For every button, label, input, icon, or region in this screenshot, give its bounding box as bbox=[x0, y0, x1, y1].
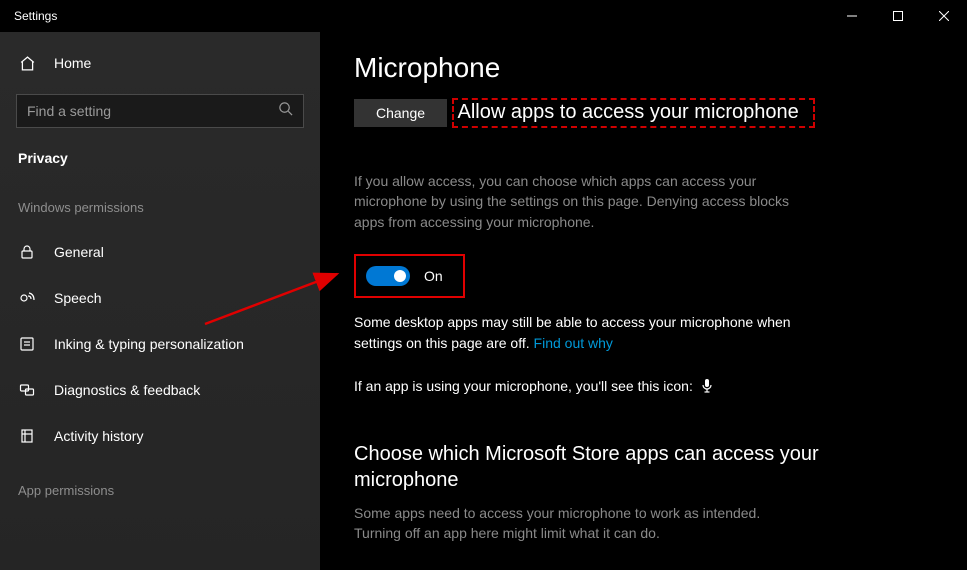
change-button[interactable]: Change bbox=[354, 99, 447, 127]
feedback-icon bbox=[18, 381, 36, 399]
lock-icon bbox=[18, 243, 36, 261]
speech-icon bbox=[18, 289, 36, 307]
sidebar: Home Privacy Windows permissions General bbox=[0, 32, 320, 570]
sidebar-item-inking[interactable]: Inking & typing personalization bbox=[0, 321, 320, 367]
store-apps-heading: Choose which Microsoft Store apps can ac… bbox=[354, 441, 824, 493]
category-label: Privacy bbox=[0, 146, 320, 194]
sidebar-item-activity[interactable]: Activity history bbox=[0, 413, 320, 459]
toggle-thumb bbox=[394, 270, 406, 282]
window-controls bbox=[829, 0, 967, 32]
section-windows-permissions: Windows permissions bbox=[0, 194, 320, 229]
desktop-apps-note: Some desktop apps may still be able to a… bbox=[354, 312, 824, 354]
mic-access-toggle[interactable] bbox=[366, 266, 410, 286]
history-icon bbox=[18, 427, 36, 445]
page-title: Microphone bbox=[354, 52, 933, 84]
content-pane: Microphone Change Allow apps to access y… bbox=[320, 32, 967, 570]
sidebar-item-label: Inking & typing personalization bbox=[54, 336, 244, 352]
allow-body: If you allow access, you can choose whic… bbox=[354, 171, 794, 232]
annotation-highlight-toggle: On bbox=[354, 254, 465, 298]
maximize-button[interactable] bbox=[875, 0, 921, 32]
sidebar-item-label: Speech bbox=[54, 290, 101, 306]
find-out-why-link[interactable]: Find out why bbox=[534, 335, 613, 351]
titlebar: Settings bbox=[0, 0, 967, 32]
home-nav[interactable]: Home bbox=[0, 44, 320, 82]
store-apps-body: Some apps need to access your microphone… bbox=[354, 503, 794, 544]
sidebar-item-label: General bbox=[54, 244, 104, 260]
sidebar-item-label: Diagnostics & feedback bbox=[54, 382, 200, 398]
in-use-note: If an app is using your microphone, you'… bbox=[354, 376, 824, 397]
section-app-permissions: App permissions bbox=[0, 477, 320, 512]
sidebar-item-general[interactable]: General bbox=[0, 229, 320, 275]
toggle-state-label: On bbox=[424, 268, 443, 284]
sidebar-item-label: Activity history bbox=[54, 428, 143, 444]
home-label: Home bbox=[54, 55, 91, 71]
search-input[interactable] bbox=[27, 103, 278, 119]
allow-heading: Allow apps to access your microphone bbox=[458, 101, 799, 124]
search-icon bbox=[278, 101, 293, 121]
sidebar-item-speech[interactable]: Speech bbox=[0, 275, 320, 321]
microphone-icon bbox=[701, 379, 713, 393]
sidebar-item-diagnostics[interactable]: Diagnostics & feedback bbox=[0, 367, 320, 413]
close-button[interactable] bbox=[921, 0, 967, 32]
home-icon bbox=[18, 54, 36, 72]
inking-icon bbox=[18, 335, 36, 353]
window-title: Settings bbox=[14, 9, 57, 23]
minimize-button[interactable] bbox=[829, 0, 875, 32]
annotation-highlight-heading: Allow apps to access your microphone bbox=[452, 98, 815, 128]
search-box[interactable] bbox=[16, 94, 304, 128]
